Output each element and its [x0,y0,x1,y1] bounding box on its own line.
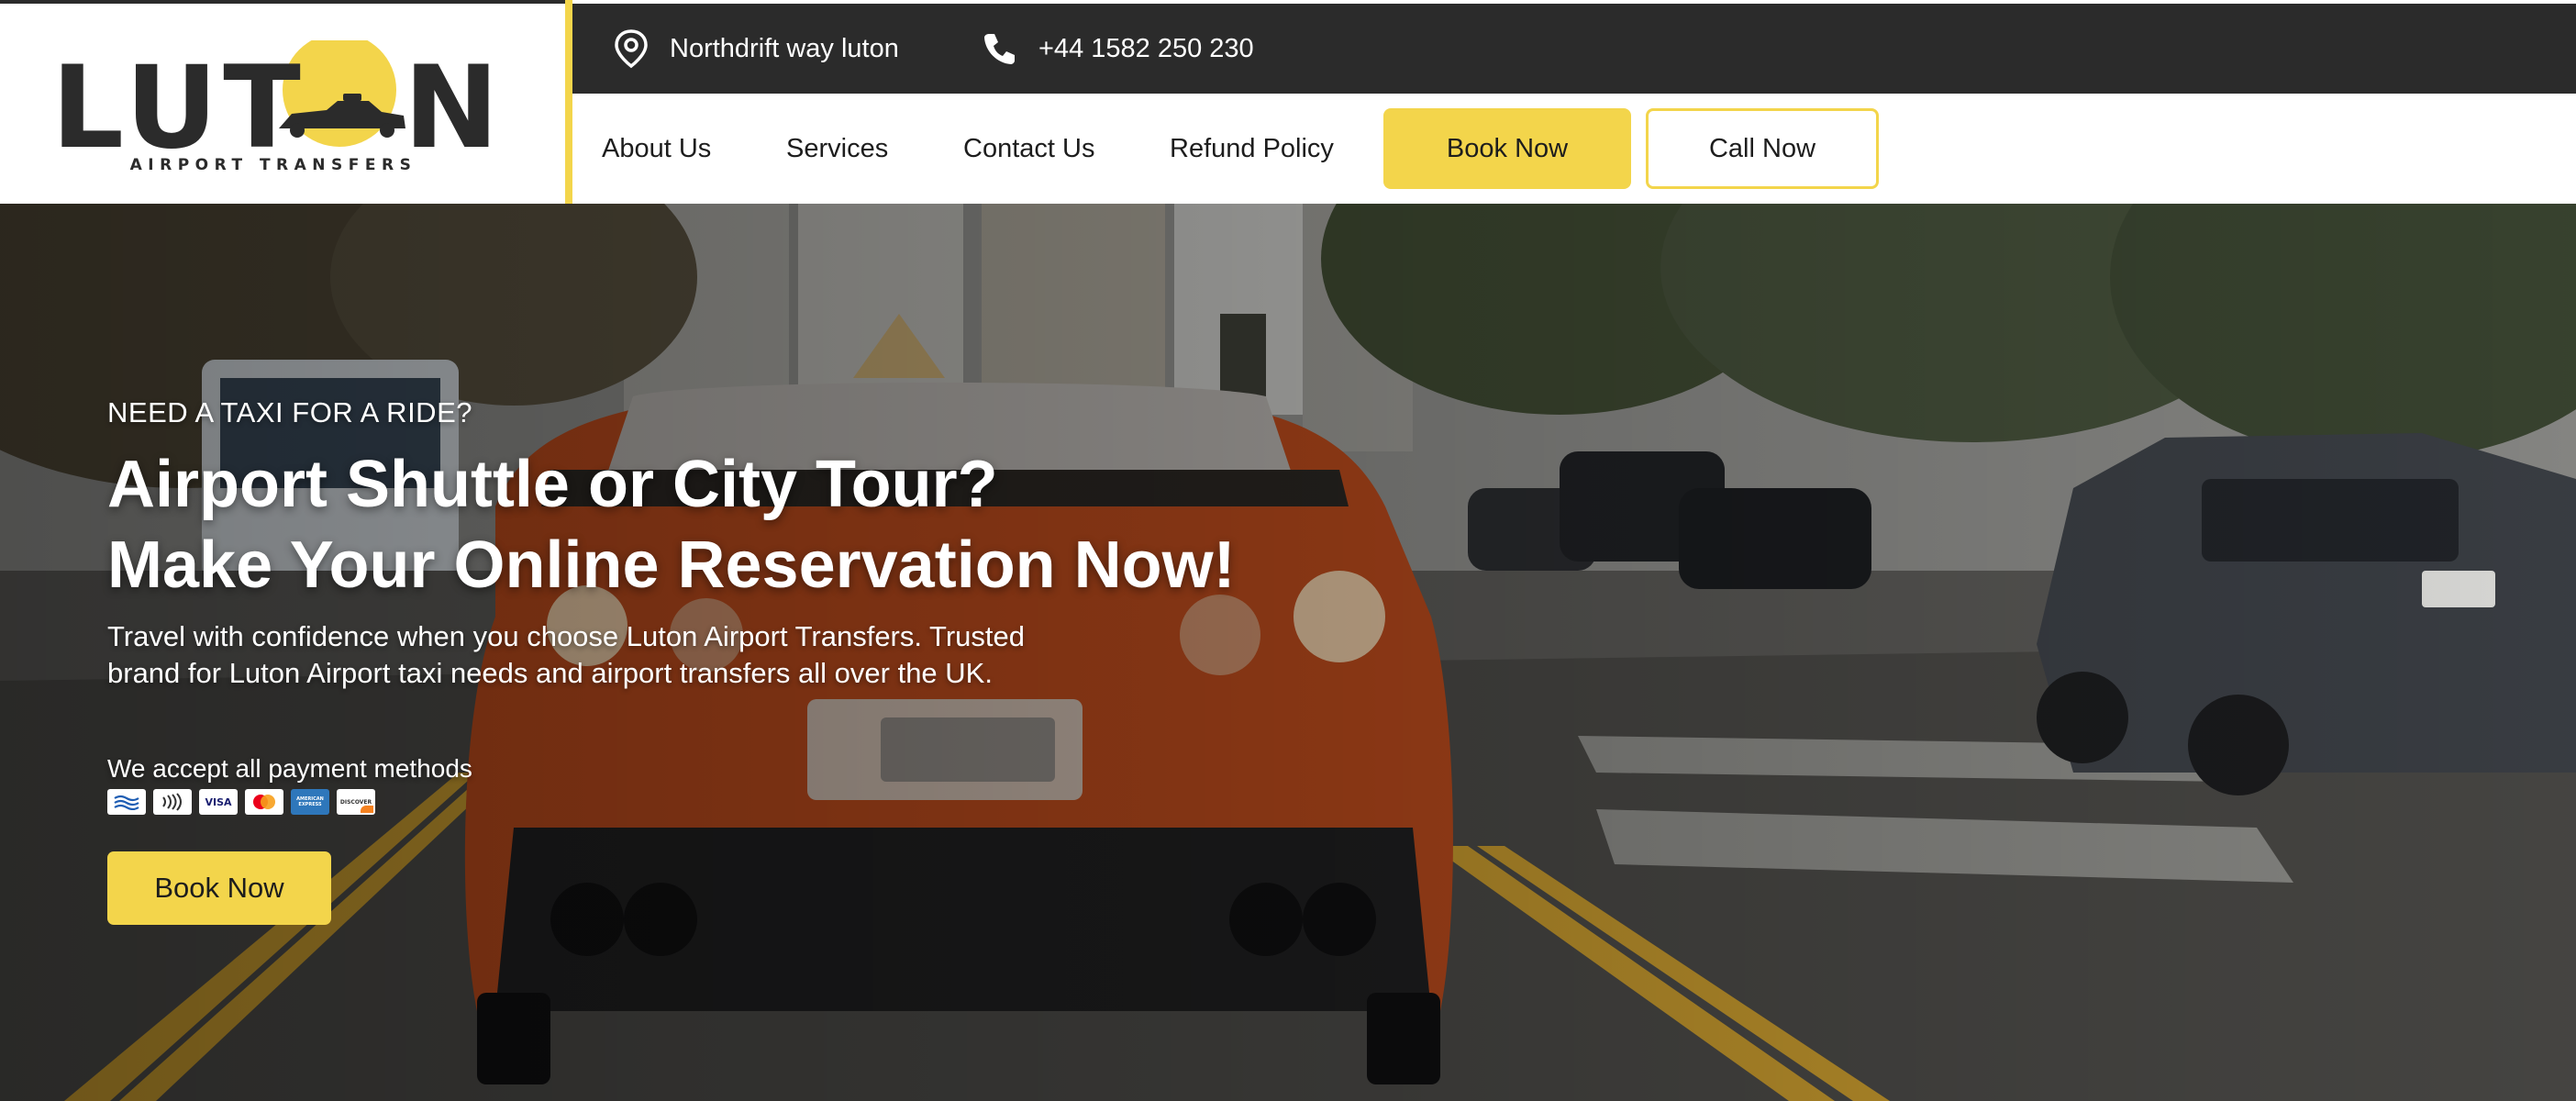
hero-book-now-button[interactable]: Book Now [107,851,331,925]
amex-icon: AMERICAN EXPRESS [291,789,329,815]
logo-tagline: AIRPORT TRANSFERS [129,156,417,174]
amex-text: AMERICAN EXPRESS [296,796,324,807]
svg-text:N: N [404,42,495,160]
header-call-now-button[interactable]: Call Now [1646,108,1879,189]
contactless-wave-icon [107,789,146,815]
hero-lead-text: Travel with confidence when you choose L… [107,620,1025,689]
contact-topbar: Northdrift way luton +44 1582 250 230 [572,4,2576,94]
visa-icon: VISA [199,789,238,815]
site-header: LUT N AIRPORT TRANSFERS Northdrift way l… [0,0,2576,204]
logo-wordmark: LUT N [51,40,495,160]
visa-text: VISA [205,795,232,808]
hero-headline-line-2: Make Your Online Reservation Now! [107,528,1236,602]
nav-about-us[interactable]: About Us [602,94,711,204]
phone-text: +44 1582 250 230 [1038,33,1254,63]
logo[interactable]: LUT N AIRPORT TRANSFERS [0,0,565,204]
discover-text: DISCOVER [339,798,372,806]
nav-services[interactable]: Services [786,94,888,204]
phone-item[interactable]: +44 1582 250 230 [982,4,1254,94]
nfc-icon [153,789,192,815]
hero-headline: Airport Shuttle or City Tour? Make Your … [107,444,1236,606]
phone-icon [984,34,1015,64]
location-pin-icon [615,29,648,69]
hero-kicker: NEED A TAXI FOR A RIDE? [107,396,472,428]
discover-icon: DISCOVER [337,789,375,815]
payment-cards: VISA AMERICAN EXPRESS DISCOVER [107,789,375,815]
payment-methods-label: We accept all payment methods [107,754,472,783]
svg-text:LUT: LUT [51,42,306,160]
hero-banner: NEED A TAXI FOR A RIDE? Airport Shuttle … [0,204,2576,1101]
address-text: Northdrift way luton [670,33,899,63]
nav-refund-policy[interactable]: Refund Policy [1170,94,1334,204]
nav-contact-us[interactable]: Contact Us [963,94,1094,204]
hero-headline-line-1: Airport Shuttle or City Tour? [107,448,998,521]
address-item[interactable]: Northdrift way luton [613,4,899,94]
discover-swoosh [361,806,373,813]
header-book-now-button[interactable]: Book Now [1383,108,1631,189]
header-divider [565,0,572,204]
mastercard-icon [245,789,283,815]
